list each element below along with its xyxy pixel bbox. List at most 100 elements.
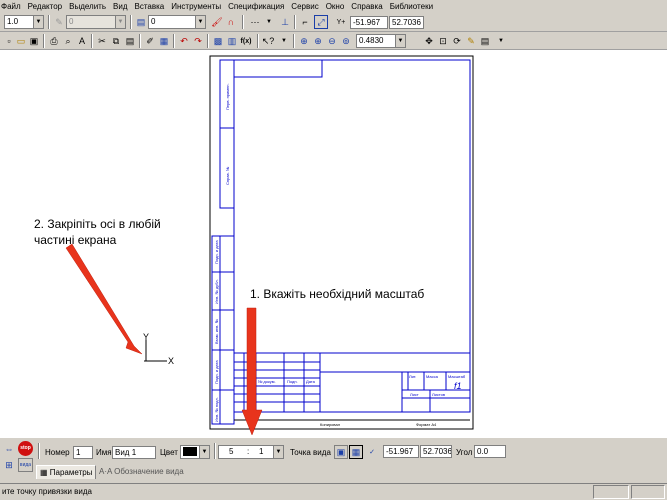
toolbar-separator xyxy=(293,34,295,48)
format-brush-icon[interactable]: ✐ xyxy=(143,34,157,48)
ucs-icon[interactable]: ⊥ xyxy=(278,15,292,29)
menu-editor[interactable]: Редактор xyxy=(28,2,62,11)
paste-icon[interactable]: ▤ xyxy=(123,34,137,48)
manager-icon[interactable]: ▩ xyxy=(211,34,225,48)
menu-view[interactable]: Вид xyxy=(113,2,127,11)
layer-combo[interactable]: 0 ▼ xyxy=(148,15,206,29)
menu-select[interactable]: Выделить xyxy=(69,2,106,11)
chevron-down-icon[interactable]: ▼ xyxy=(273,446,283,458)
coordinates-icon: Y+ xyxy=(336,18,346,26)
ortho-icon[interactable]: ⌐ xyxy=(298,15,312,29)
library-icon[interactable]: ▥ xyxy=(225,34,239,48)
print-icon[interactable]: ⎙ xyxy=(47,34,61,48)
zoom-combo[interactable]: 0.4830 ▼ xyxy=(356,34,406,48)
tab-parameters-label: Параметры xyxy=(49,468,93,477)
zoom-all-icon[interactable]: ⊡ xyxy=(436,34,450,48)
menu-window[interactable]: Окно xyxy=(326,2,345,11)
line-width-value: 1.0 xyxy=(7,17,19,26)
view-point-x-field[interactable]: -51.967 xyxy=(383,445,419,458)
chevron-down-icon[interactable]: ▼ xyxy=(494,34,508,48)
view-point-y-field[interactable]: 52.7036 xyxy=(420,445,452,458)
redo-icon[interactable]: ↷ xyxy=(191,34,205,48)
grid-icon[interactable]: ⋯ xyxy=(248,15,262,29)
color-combo[interactable]: ▼ xyxy=(180,445,210,459)
sheet-number: f1 xyxy=(454,381,462,391)
magnet-icon[interactable]: ∩ xyxy=(224,15,238,29)
stop-icon[interactable]: stop xyxy=(18,441,33,456)
menu-insert[interactable]: Вставка xyxy=(135,2,165,11)
menu-help[interactable]: Справка xyxy=(351,2,382,11)
undo-icon[interactable]: ↶ xyxy=(177,34,191,48)
axes-widget[interactable] xyxy=(144,340,167,362)
sheets-label: Листов xyxy=(432,392,445,397)
chevron-down-icon[interactable]: ▼ xyxy=(115,16,125,28)
line-width-combo[interactable]: 1.0 ▼ xyxy=(4,15,44,29)
tab-parameters[interactable]: ▦ Параметры xyxy=(36,465,97,479)
scale-instruction: 1. Вкажіть необхідний масштаб xyxy=(250,287,425,301)
zoom-out-icon[interactable]: ⊖ xyxy=(325,34,339,48)
spellcheck-icon[interactable]: A xyxy=(75,34,89,48)
cursor-y-field[interactable]: 52.7036 xyxy=(389,16,424,29)
style-icon[interactable]: ✎ xyxy=(52,15,66,29)
pan-icon[interactable]: ✥ xyxy=(422,34,436,48)
toolbar-separator xyxy=(294,15,296,29)
color-swatch xyxy=(183,447,197,456)
red-arrow-axes xyxy=(65,243,143,355)
menu-service[interactable]: Сервис xyxy=(291,2,318,11)
menu-specification[interactable]: Спецификация xyxy=(228,2,284,11)
standard-toolbar: ▫ ▭ ▣ ⎙ ⌕ A ✂ ⧉ ▤ ✐ ▦ ↶ ↷ ▩ ▥ f(x) ↖? ▼ … xyxy=(0,32,667,50)
toolbar-separator xyxy=(91,34,93,48)
chevron-down-icon[interactable]: ▼ xyxy=(262,15,276,29)
cut-icon[interactable]: ✂ xyxy=(95,34,109,48)
panel-separator xyxy=(38,443,40,459)
color-brush-icon[interactable]: 🖌 xyxy=(210,15,224,29)
zoom-previous-icon[interactable]: ⊚ xyxy=(339,34,353,48)
view-icon[interactable]: вида xyxy=(18,458,33,472)
scale-combo[interactable]: 5 : 1 ▼ xyxy=(218,445,284,459)
sign-label: Подп. xyxy=(287,379,298,384)
point-active-icon[interactable]: ▦ xyxy=(349,445,363,459)
chevron-down-icon[interactable]: ▼ xyxy=(395,35,405,47)
open-folder-icon[interactable]: ▭ xyxy=(14,34,28,48)
date-label: Дата xyxy=(306,379,316,384)
scale-label: Масштаб xyxy=(448,374,466,379)
chevron-down-icon[interactable]: ▼ xyxy=(277,34,291,48)
variables-icon[interactable]: f(x) xyxy=(239,34,253,48)
angle-label: Угол xyxy=(456,448,473,457)
refresh-icon[interactable]: ⟳ xyxy=(450,34,464,48)
properties-icon[interactable]: ▦ xyxy=(157,34,171,48)
axis-x-label: X xyxy=(168,356,174,366)
drawing-canvas[interactable]: № докум. Подп. Дата Лит. Масса Масштаб Л… xyxy=(0,50,667,437)
style-combo[interactable]: 0 ▼ xyxy=(66,15,126,29)
save-icon[interactable]: ▣ xyxy=(27,34,41,48)
toolbar-separator xyxy=(48,15,50,29)
name-field[interactable]: Вид 1 xyxy=(112,446,156,459)
pin-icon[interactable]: ⇔ xyxy=(2,442,16,456)
zoom-in-icon[interactable]: ⊕ xyxy=(311,34,325,48)
create-object-icon[interactable]: ⊞ xyxy=(2,458,16,472)
zoom-window-icon[interactable]: ⊕ xyxy=(297,34,311,48)
menu-libraries[interactable]: Библиотеки xyxy=(390,2,433,11)
view-point-label: Точка вида xyxy=(290,448,331,457)
tab-view-designation[interactable]: A·A Обозначение вида xyxy=(96,465,187,479)
tab-parameters-icon: ▦ xyxy=(40,468,50,477)
chevron-down-icon[interactable]: ▼ xyxy=(195,16,205,28)
help-pointer-icon[interactable]: ↖? xyxy=(261,34,275,48)
brush-icon[interactable]: ✎ xyxy=(464,34,478,48)
menu-file[interactable]: Файл xyxy=(1,2,21,11)
menu-tools[interactable]: Инструменты xyxy=(171,2,221,11)
point-snap-icon[interactable]: ▣ xyxy=(334,445,348,459)
chevron-down-icon[interactable]: ▼ xyxy=(199,446,209,458)
chevron-down-icon[interactable]: ▼ xyxy=(33,16,43,28)
docnum-label: № докум. xyxy=(258,379,276,384)
copy-icon[interactable]: ⧉ xyxy=(109,34,123,48)
layers-icon[interactable]: ▤ xyxy=(134,15,148,29)
print-preview-icon[interactable]: ⌕ xyxy=(61,34,75,48)
number-field[interactable]: 1 xyxy=(73,446,93,459)
layers-manager-icon[interactable]: ▤ xyxy=(478,34,492,48)
mass-label: Масса xyxy=(426,374,439,379)
point-check-icon[interactable]: ✓ xyxy=(365,445,379,459)
cursor-x-field[interactable]: -51.967 xyxy=(350,16,388,29)
snap-icon[interactable]: ⤢ xyxy=(314,15,328,29)
angle-field[interactable]: 0.0 xyxy=(474,445,506,458)
